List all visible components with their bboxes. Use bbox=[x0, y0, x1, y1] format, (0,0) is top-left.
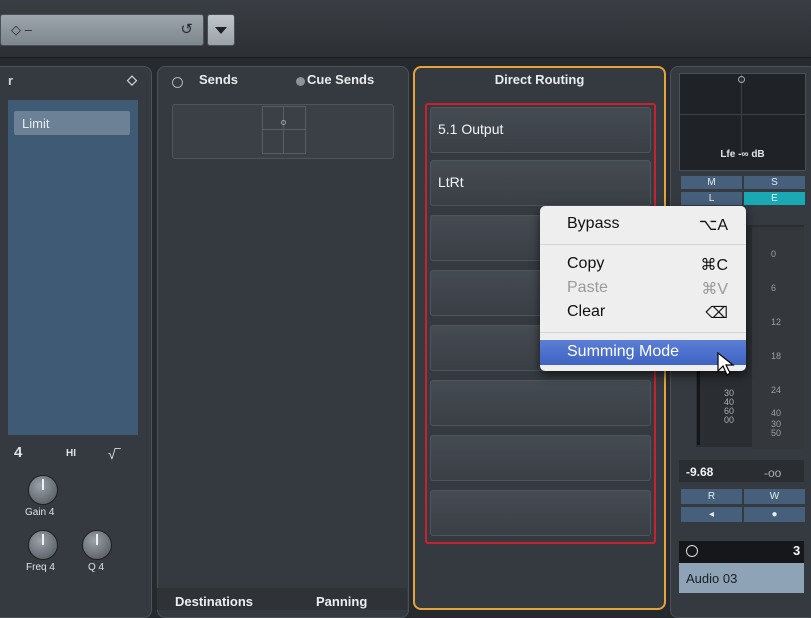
edit-button[interactable]: E bbox=[744, 192, 805, 205]
cue-sends-enable-icon[interactable] bbox=[296, 77, 305, 86]
routing-slot-label: LtRt bbox=[438, 174, 464, 190]
gain-label: Gain 4 bbox=[25, 507, 55, 518]
band-number: 4 bbox=[14, 444, 23, 461]
menu-separator bbox=[540, 332, 746, 333]
preset-dropdown-button[interactable] bbox=[207, 14, 235, 46]
routing-slot-6[interactable] bbox=[430, 380, 651, 426]
q-label: Q 4 bbox=[88, 562, 105, 573]
clear-shortcut: ⌫ bbox=[705, 305, 728, 322]
chevron-down-icon bbox=[215, 27, 227, 34]
routing-slot-7[interactable] bbox=[430, 435, 651, 481]
limit-label: Limit bbox=[22, 116, 50, 131]
channel-number: 3 bbox=[793, 543, 801, 558]
tab-panning[interactable]: Panning bbox=[316, 594, 367, 609]
preset-field[interactable]: ◇ – ↺ bbox=[0, 14, 204, 46]
record-button[interactable]: ● bbox=[744, 507, 805, 522]
eq-display bbox=[8, 100, 138, 435]
freq-knob[interactable] bbox=[28, 530, 58, 560]
panner-icon[interactable] bbox=[262, 106, 306, 154]
mouse-cursor-icon bbox=[717, 351, 735, 376]
tab-cue-sends[interactable]: Cue Sends bbox=[307, 72, 374, 87]
tab-sends[interactable]: Sends bbox=[199, 72, 238, 87]
surround-panner-display[interactable]: Lfe -∞ dB bbox=[679, 73, 806, 171]
read-button[interactable]: R bbox=[681, 489, 742, 504]
bypass-shortcut: ⌥A bbox=[698, 217, 728, 234]
channel-name: Audio 03 bbox=[686, 571, 738, 586]
pan-readout[interactable]: -oo bbox=[764, 466, 781, 480]
paste-shortcut: ⌘V bbox=[701, 281, 728, 298]
solo-button[interactable]: S bbox=[744, 176, 805, 189]
monitor-button[interactable]: ◂ bbox=[681, 507, 742, 522]
preset-value: ◇ – bbox=[11, 22, 32, 37]
menu-item-copy[interactable]: Copy bbox=[567, 255, 604, 273]
context-menu: Bypass ⌥A Copy ⌘C Paste ⌘V Clear ⌫ Summi… bbox=[540, 206, 746, 371]
routing-slot-2[interactable]: LtRt bbox=[430, 160, 651, 206]
eq-header: r bbox=[8, 73, 14, 88]
routing-slot-8[interactable] bbox=[430, 490, 651, 536]
channel-power-icon[interactable] bbox=[686, 545, 698, 557]
copy-shortcut: ⌘C bbox=[700, 257, 728, 274]
routing-slot-1[interactable]: 5.1 Output bbox=[430, 107, 651, 153]
fader-scale-labels: 30 40 60 00 bbox=[724, 388, 735, 425]
listen-button[interactable]: L bbox=[681, 192, 742, 205]
menu-item-bypass[interactable]: Bypass bbox=[567, 215, 619, 233]
q-knob[interactable] bbox=[82, 530, 112, 560]
limit-button[interactable]: Limit bbox=[14, 111, 130, 135]
sends-enable-icon[interactable] bbox=[172, 77, 183, 88]
eq-header-icon[interactable]: ◇ bbox=[127, 72, 137, 88]
lfe-label: Lfe -∞ dB bbox=[720, 149, 765, 160]
routing-slot-label: 5.1 Output bbox=[438, 121, 504, 137]
menu-separator bbox=[540, 244, 746, 245]
tab-destinations[interactable]: Destinations bbox=[175, 594, 253, 609]
top-toolbar: ◇ – ↺ bbox=[0, 0, 811, 58]
menu-item-paste[interactable]: Paste bbox=[567, 279, 608, 297]
write-button[interactable]: W bbox=[744, 489, 805, 504]
menu-item-clear[interactable]: Clear bbox=[567, 303, 605, 321]
direct-routing-title: Direct Routing bbox=[494, 72, 585, 87]
meter-scale-labels-low: 40 50 bbox=[771, 408, 782, 438]
mute-button[interactable]: M bbox=[681, 176, 742, 189]
menu-item-summing-mode[interactable]: Summing Mode bbox=[567, 343, 679, 361]
hi-label: HI bbox=[66, 448, 76, 459]
reset-icon[interactable]: ↺ bbox=[180, 20, 193, 38]
hi-shelf-icon[interactable]: √‾ bbox=[108, 446, 120, 462]
freq-label: Freq 4 bbox=[26, 562, 55, 573]
gain-knob[interactable] bbox=[28, 475, 58, 505]
volume-readout[interactable]: -9.68 bbox=[686, 465, 713, 479]
